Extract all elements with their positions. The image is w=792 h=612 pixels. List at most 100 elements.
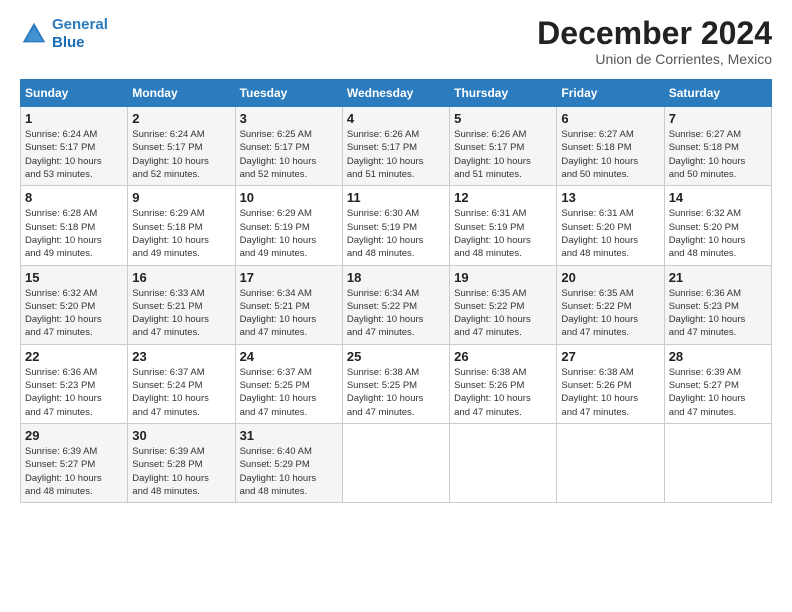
- day-number: 13: [561, 190, 659, 205]
- day-number: 24: [240, 349, 338, 364]
- day-info: Sunrise: 6:28 AM Sunset: 5:18 PM Dayligh…: [25, 207, 123, 260]
- month-title: December 2024: [537, 16, 772, 51]
- table-row: 29 Sunrise: 6:39 AM Sunset: 5:27 PM Dayli…: [21, 423, 772, 502]
- day-info: Sunrise: 6:39 AM Sunset: 5:28 PM Dayligh…: [132, 445, 230, 498]
- day-number: 18: [347, 270, 445, 285]
- list-item: 30 Sunrise: 6:39 AM Sunset: 5:28 PM Dayli…: [128, 423, 235, 502]
- day-number: 2: [132, 111, 230, 126]
- day-info: Sunrise: 6:40 AM Sunset: 5:29 PM Dayligh…: [240, 445, 338, 498]
- day-info: Sunrise: 6:32 AM Sunset: 5:20 PM Dayligh…: [669, 207, 767, 260]
- list-item: 25 Sunrise: 6:38 AM Sunset: 5:25 PM Dayli…: [342, 344, 449, 423]
- list-item: 10 Sunrise: 6:29 AM Sunset: 5:19 PM Dayli…: [235, 186, 342, 265]
- list-item: 31 Sunrise: 6:40 AM Sunset: 5:29 PM Dayli…: [235, 423, 342, 502]
- day-number: 23: [132, 349, 230, 364]
- day-number: 20: [561, 270, 659, 285]
- list-item: 17Sunrise: 6:34 AM Sunset: 5:21 PM Dayli…: [235, 265, 342, 344]
- col-sunday: Sunday: [21, 80, 128, 107]
- day-info: Sunrise: 6:36 AM Sunset: 5:23 PM Dayligh…: [25, 366, 123, 419]
- day-number: 9: [132, 190, 230, 205]
- day-number: 8: [25, 190, 123, 205]
- list-item: 28 Sunrise: 6:39 AM Sunset: 5:27 PM Dayli…: [664, 344, 771, 423]
- day-info: Sunrise: 6:26 AM Sunset: 5:17 PM Dayligh…: [454, 128, 552, 181]
- day-info: Sunrise: 6:27 AM Sunset: 5:18 PM Dayligh…: [561, 128, 659, 181]
- col-monday: Monday: [128, 80, 235, 107]
- day-info: Sunrise: 6:39 AM Sunset: 5:27 PM Dayligh…: [669, 366, 767, 419]
- day-info: Sunrise: 6:33 AM Sunset: 5:21 PM Dayligh…: [132, 287, 230, 340]
- day-info: Sunrise: 6:24 AM Sunset: 5:17 PM Dayligh…: [132, 128, 230, 181]
- day-number: 4: [347, 111, 445, 126]
- day-info: Sunrise: 6:35 AM Sunset: 5:22 PM Dayligh…: [561, 287, 659, 340]
- day-number: 29: [25, 428, 123, 443]
- day-number: 5: [454, 111, 552, 126]
- day-info: Sunrise: 6:32 AM Sunset: 5:20 PM Dayligh…: [25, 287, 123, 340]
- day-info: Sunrise: 6:38 AM Sunset: 5:26 PM Dayligh…: [561, 366, 659, 419]
- day-info: Sunrise: 6:37 AM Sunset: 5:24 PM Dayligh…: [132, 366, 230, 419]
- subtitle: Union de Corrientes, Mexico: [537, 51, 772, 67]
- logo-text: General Blue: [52, 16, 108, 52]
- day-number: 25: [347, 349, 445, 364]
- day-info: Sunrise: 6:25 AM Sunset: 5:17 PM Dayligh…: [240, 128, 338, 181]
- day-number: 28: [669, 349, 767, 364]
- col-tuesday: Tuesday: [235, 80, 342, 107]
- calendar-body: 1Sunrise: 6:24 AM Sunset: 5:17 PM Daylig…: [21, 107, 772, 503]
- table-row: 8 Sunrise: 6:28 AM Sunset: 5:18 PM Daylig…: [21, 186, 772, 265]
- logo-icon: [20, 20, 48, 48]
- col-thursday: Thursday: [450, 80, 557, 107]
- day-number: 16: [132, 270, 230, 285]
- list-item: 6 Sunrise: 6:27 AM Sunset: 5:18 PM Daylig…: [557, 107, 664, 186]
- list-item: 27 Sunrise: 6:38 AM Sunset: 5:26 PM Dayli…: [557, 344, 664, 423]
- header: General Blue December 2024 Union de Corr…: [20, 16, 772, 67]
- day-number: 10: [240, 190, 338, 205]
- list-item: 13Sunrise: 6:31 AM Sunset: 5:20 PM Dayli…: [557, 186, 664, 265]
- day-info: Sunrise: 6:35 AM Sunset: 5:22 PM Dayligh…: [454, 287, 552, 340]
- day-info: Sunrise: 6:29 AM Sunset: 5:18 PM Dayligh…: [132, 207, 230, 260]
- day-number: 7: [669, 111, 767, 126]
- list-item: 2 Sunrise: 6:24 AM Sunset: 5:17 PM Daylig…: [128, 107, 235, 186]
- day-number: 27: [561, 349, 659, 364]
- day-info: Sunrise: 6:37 AM Sunset: 5:25 PM Dayligh…: [240, 366, 338, 419]
- day-info: Sunrise: 6:38 AM Sunset: 5:25 PM Dayligh…: [347, 366, 445, 419]
- list-item: 29 Sunrise: 6:39 AM Sunset: 5:27 PM Dayli…: [21, 423, 128, 502]
- list-item: 15 Sunrise: 6:32 AM Sunset: 5:20 PM Dayli…: [21, 265, 128, 344]
- day-info: Sunrise: 6:38 AM Sunset: 5:26 PM Dayligh…: [454, 366, 552, 419]
- list-item: 1Sunrise: 6:24 AM Sunset: 5:17 PM Daylig…: [21, 107, 128, 186]
- list-item: 8 Sunrise: 6:28 AM Sunset: 5:18 PM Daylig…: [21, 186, 128, 265]
- day-number: 21: [669, 270, 767, 285]
- day-number: 12: [454, 190, 552, 205]
- list-item: 18 Sunrise: 6:34 AM Sunset: 5:22 PM Dayli…: [342, 265, 449, 344]
- list-item: 14 Sunrise: 6:32 AM Sunset: 5:20 PM Dayli…: [664, 186, 771, 265]
- table-row: 1Sunrise: 6:24 AM Sunset: 5:17 PM Daylig…: [21, 107, 772, 186]
- day-number: 26: [454, 349, 552, 364]
- day-number: 6: [561, 111, 659, 126]
- list-item: 23 Sunrise: 6:37 AM Sunset: 5:24 PM Dayli…: [128, 344, 235, 423]
- list-item: 9 Sunrise: 6:29 AM Sunset: 5:18 PM Daylig…: [128, 186, 235, 265]
- logo: General Blue: [20, 16, 108, 52]
- day-number: 14: [669, 190, 767, 205]
- day-number: 15: [25, 270, 123, 285]
- day-number: 30: [132, 428, 230, 443]
- list-item: 24 Sunrise: 6:37 AM Sunset: 5:25 PM Dayli…: [235, 344, 342, 423]
- day-info: Sunrise: 6:36 AM Sunset: 5:23 PM Dayligh…: [669, 287, 767, 340]
- day-info: Sunrise: 6:34 AM Sunset: 5:22 PM Dayligh…: [347, 287, 445, 340]
- list-item: 7Sunrise: 6:27 AM Sunset: 5:18 PM Daylig…: [664, 107, 771, 186]
- table-row: 15 Sunrise: 6:32 AM Sunset: 5:20 PM Dayli…: [21, 265, 772, 344]
- day-number: 31: [240, 428, 338, 443]
- day-info: Sunrise: 6:29 AM Sunset: 5:19 PM Dayligh…: [240, 207, 338, 260]
- day-info: Sunrise: 6:31 AM Sunset: 5:19 PM Dayligh…: [454, 207, 552, 260]
- list-item: 3 Sunrise: 6:25 AM Sunset: 5:17 PM Daylig…: [235, 107, 342, 186]
- day-info: Sunrise: 6:30 AM Sunset: 5:19 PM Dayligh…: [347, 207, 445, 260]
- day-number: 3: [240, 111, 338, 126]
- col-saturday: Saturday: [664, 80, 771, 107]
- col-wednesday: Wednesday: [342, 80, 449, 107]
- list-item: 16 Sunrise: 6:33 AM Sunset: 5:21 PM Dayli…: [128, 265, 235, 344]
- day-info: Sunrise: 6:26 AM Sunset: 5:17 PM Dayligh…: [347, 128, 445, 181]
- list-item: 19 Sunrise: 6:35 AM Sunset: 5:22 PM Dayli…: [450, 265, 557, 344]
- list-item: 22Sunrise: 6:36 AM Sunset: 5:23 PM Dayli…: [21, 344, 128, 423]
- list-item: [342, 423, 449, 502]
- calendar-table: Sunday Monday Tuesday Wednesday Thursday…: [20, 79, 772, 503]
- list-item: 21 Sunrise: 6:36 AM Sunset: 5:23 PM Dayli…: [664, 265, 771, 344]
- day-number: 19: [454, 270, 552, 285]
- list-item: 26 Sunrise: 6:38 AM Sunset: 5:26 PM Dayli…: [450, 344, 557, 423]
- list-item: 20 Sunrise: 6:35 AM Sunset: 5:22 PM Dayli…: [557, 265, 664, 344]
- day-info: Sunrise: 6:39 AM Sunset: 5:27 PM Dayligh…: [25, 445, 123, 498]
